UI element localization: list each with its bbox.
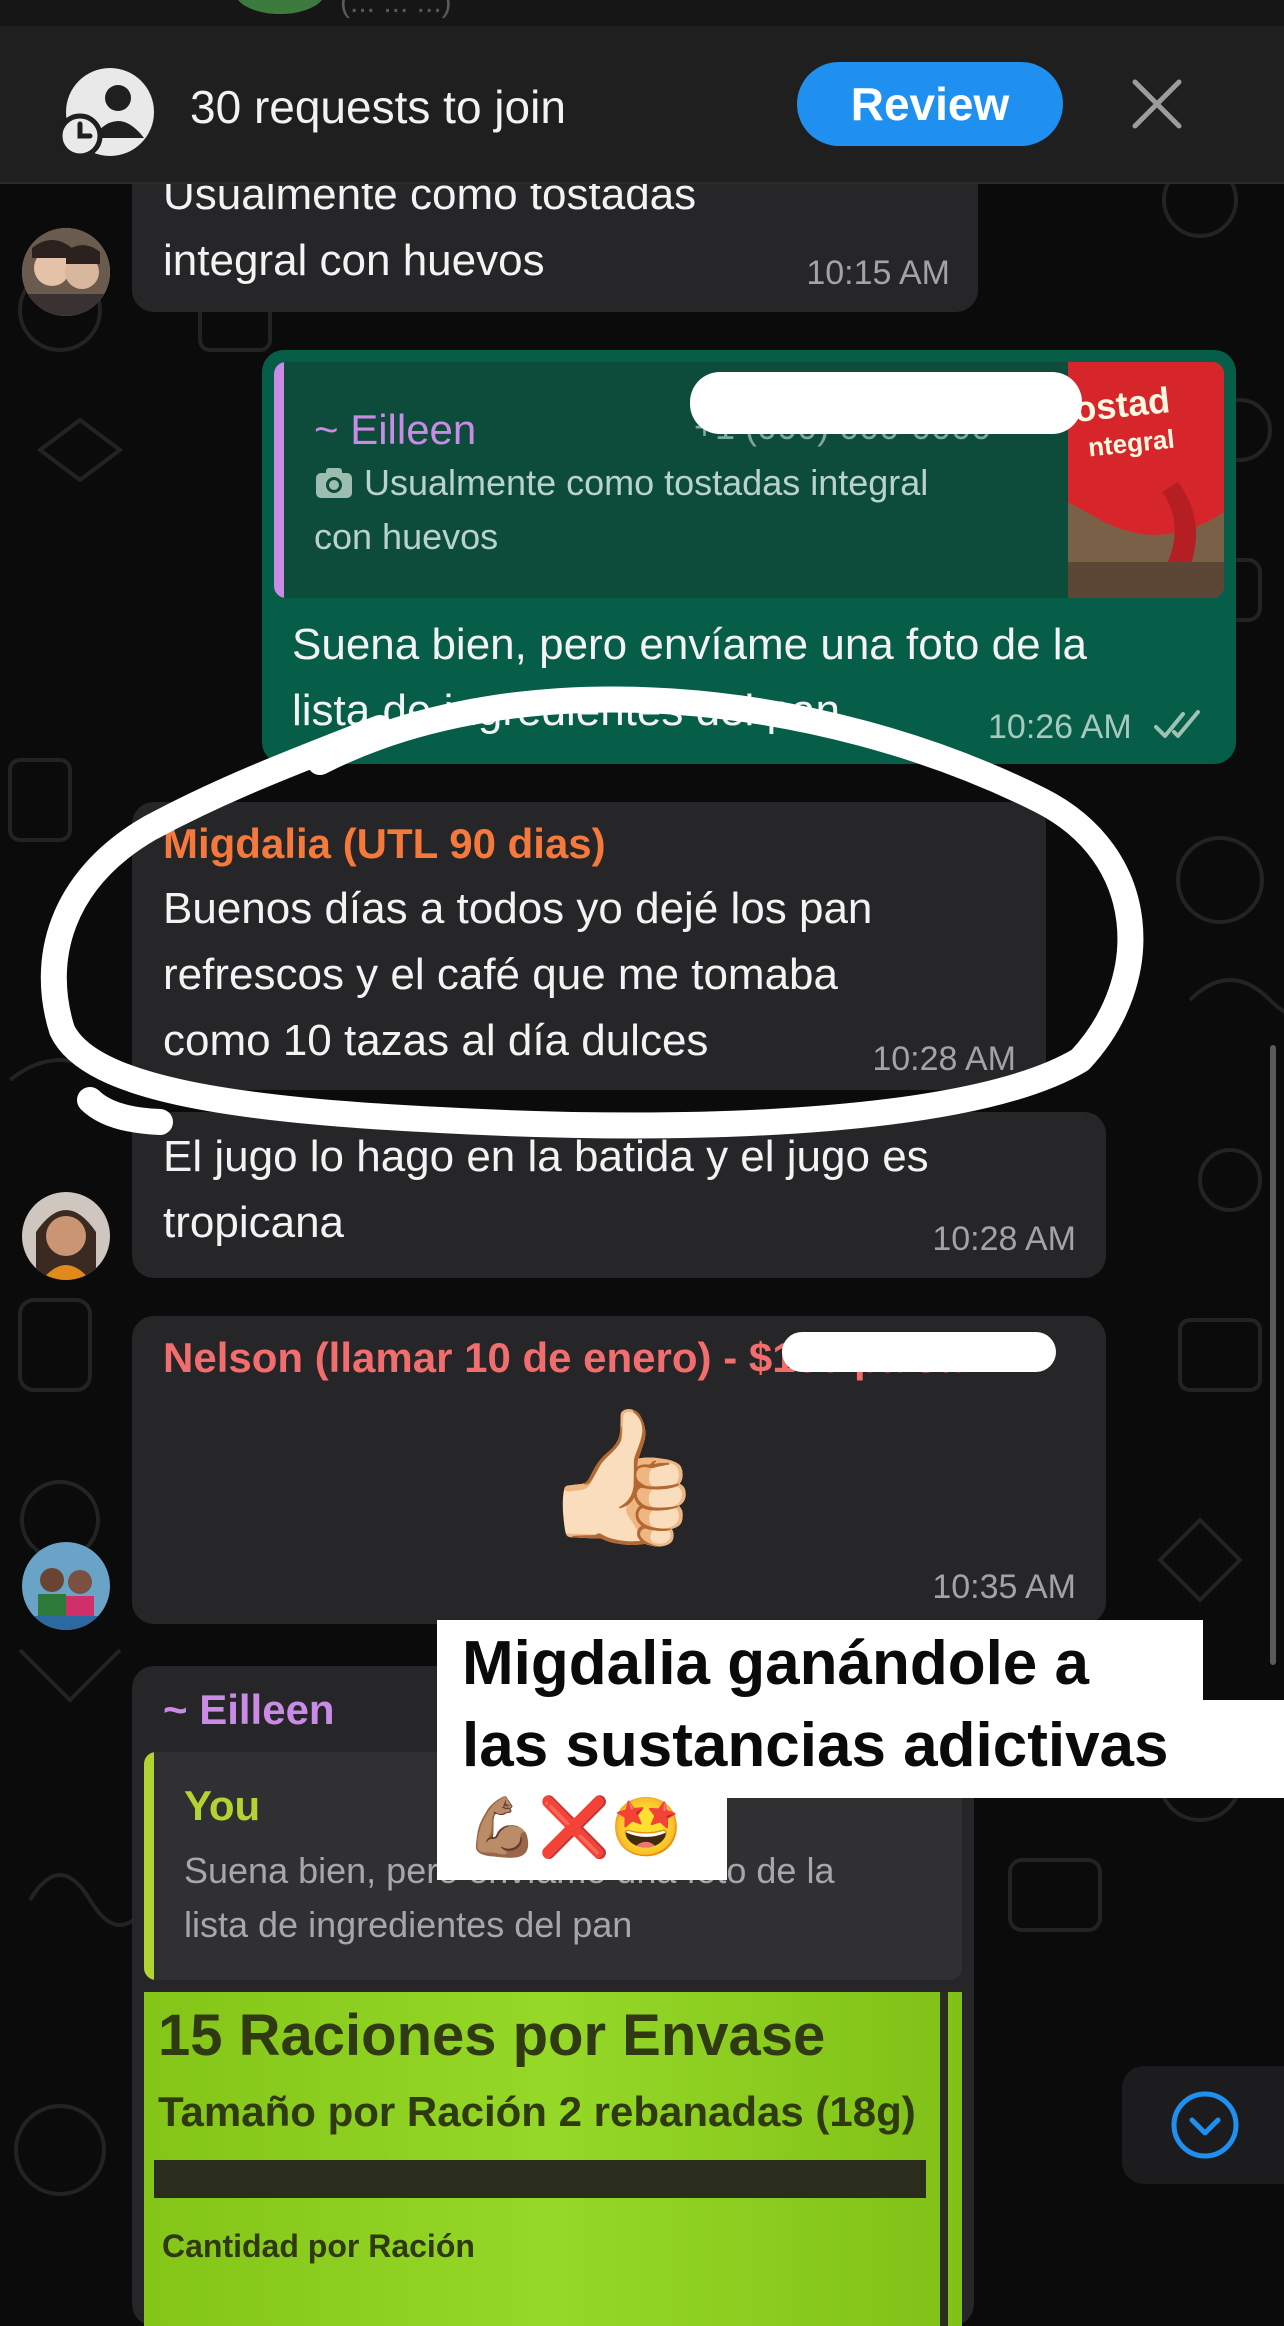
- message-bubble-3[interactable]: Migdalia (UTL 90 dias) Buenos días a tod…: [132, 802, 1046, 1090]
- camera-icon: [316, 468, 352, 498]
- message-time: 10:28 AM: [872, 1040, 1016, 1078]
- previous-header-strip: (... ... ...): [0, 0, 1284, 26]
- message-bubble-4[interactable]: El jugo lo hago en la batida y el jugo e…: [132, 1112, 1106, 1278]
- message-text-line: refrescos y el café que me tomaba: [163, 950, 838, 999]
- message-time: 10:35 AM: [932, 1568, 1076, 1606]
- couple-photo-icon: [22, 228, 110, 316]
- label-text: Tamaño por Ración 2 rebanadas (18g): [158, 2088, 916, 2135]
- quote-text-line: Usualmente como tostadas integral: [364, 462, 929, 503]
- avatar[interactable]: [22, 1542, 110, 1630]
- message-text-line: lista de ingredientes del pan: [292, 686, 840, 735]
- quote-sender-name: ~ Eilleen: [314, 406, 477, 453]
- scrollbar[interactable]: [1270, 1045, 1276, 1665]
- message-image[interactable]: 15 Raciones por Envase Tamaño por Ración…: [144, 1992, 962, 2326]
- message-time: 10:28 AM: [932, 1220, 1076, 1258]
- redacted-phone: [690, 372, 1082, 434]
- avatar[interactable]: [22, 1192, 110, 1280]
- quote-accent-bar: [274, 362, 284, 598]
- people-photo-icon: [22, 1542, 110, 1630]
- label-text: 15 Raciones por Envase: [158, 2003, 826, 2068]
- sender-name-migdalia[interactable]: Migdalia (UTL 90 dias): [163, 820, 606, 868]
- chevron-down-icon: [1171, 2091, 1239, 2159]
- message-text-line: integral con huevos: [163, 236, 545, 285]
- message-text-line: Suena bien, pero envíame una foto de la: [292, 620, 1088, 669]
- group-request-icon[interactable]: [58, 64, 154, 160]
- message-text-line: tropicana: [163, 1198, 345, 1247]
- overlay-caption-line: Migdalia ganándole a: [462, 1629, 1089, 1698]
- quote-image-thumbnail[interactable]: ostad ntegral: [1068, 362, 1224, 598]
- sender-name-text: Nelson (llamar 10 de enero) -: [163, 1334, 749, 1381]
- quote-accent-bar: [144, 1752, 154, 1980]
- thumbs-up-emoji: 👍🏻: [540, 1403, 705, 1550]
- message-time: 10:15 AM: [806, 254, 950, 292]
- header-ghost-text: (... ... ...): [340, 0, 452, 19]
- read-receipt-icon: [1154, 710, 1200, 738]
- join-requests-text: 30 requests to join: [190, 81, 566, 133]
- woman-photo-icon: [22, 1192, 110, 1280]
- review-button[interactable]: Review: [797, 62, 1063, 146]
- sender-name-eilleen[interactable]: ~ Eilleen: [163, 1686, 335, 1734]
- label-edge: [940, 1992, 948, 2326]
- message-text-line: Buenos días a todos yo dejé los pan: [163, 884, 873, 933]
- message-text-line: como 10 tazas al día dulces: [163, 1016, 709, 1065]
- label-text: Cantidad por Ración: [162, 2228, 475, 2264]
- close-icon[interactable]: [1125, 72, 1189, 136]
- message-text-line: El jugo lo hago en la batida y el jugo e…: [163, 1132, 929, 1181]
- redacted-name: [782, 1332, 1056, 1372]
- quote-text-line: lista de ingredientes del pan: [184, 1904, 633, 1945]
- avatar[interactable]: [22, 228, 110, 316]
- header-avatar-fragment: [235, 0, 325, 14]
- overlay-caption-emojis: 💪🏽❌🤩: [466, 1795, 683, 1860]
- quote-text-line: con huevos: [314, 516, 499, 557]
- quote-sender-name: You: [184, 1782, 261, 1829]
- scroll-to-bottom-button[interactable]: [1122, 2066, 1284, 2184]
- message-time: 10:26 AM: [988, 708, 1132, 746]
- overlay-caption-line: las sustancias adictivas: [462, 1711, 1169, 1780]
- label-divider: [154, 2160, 926, 2198]
